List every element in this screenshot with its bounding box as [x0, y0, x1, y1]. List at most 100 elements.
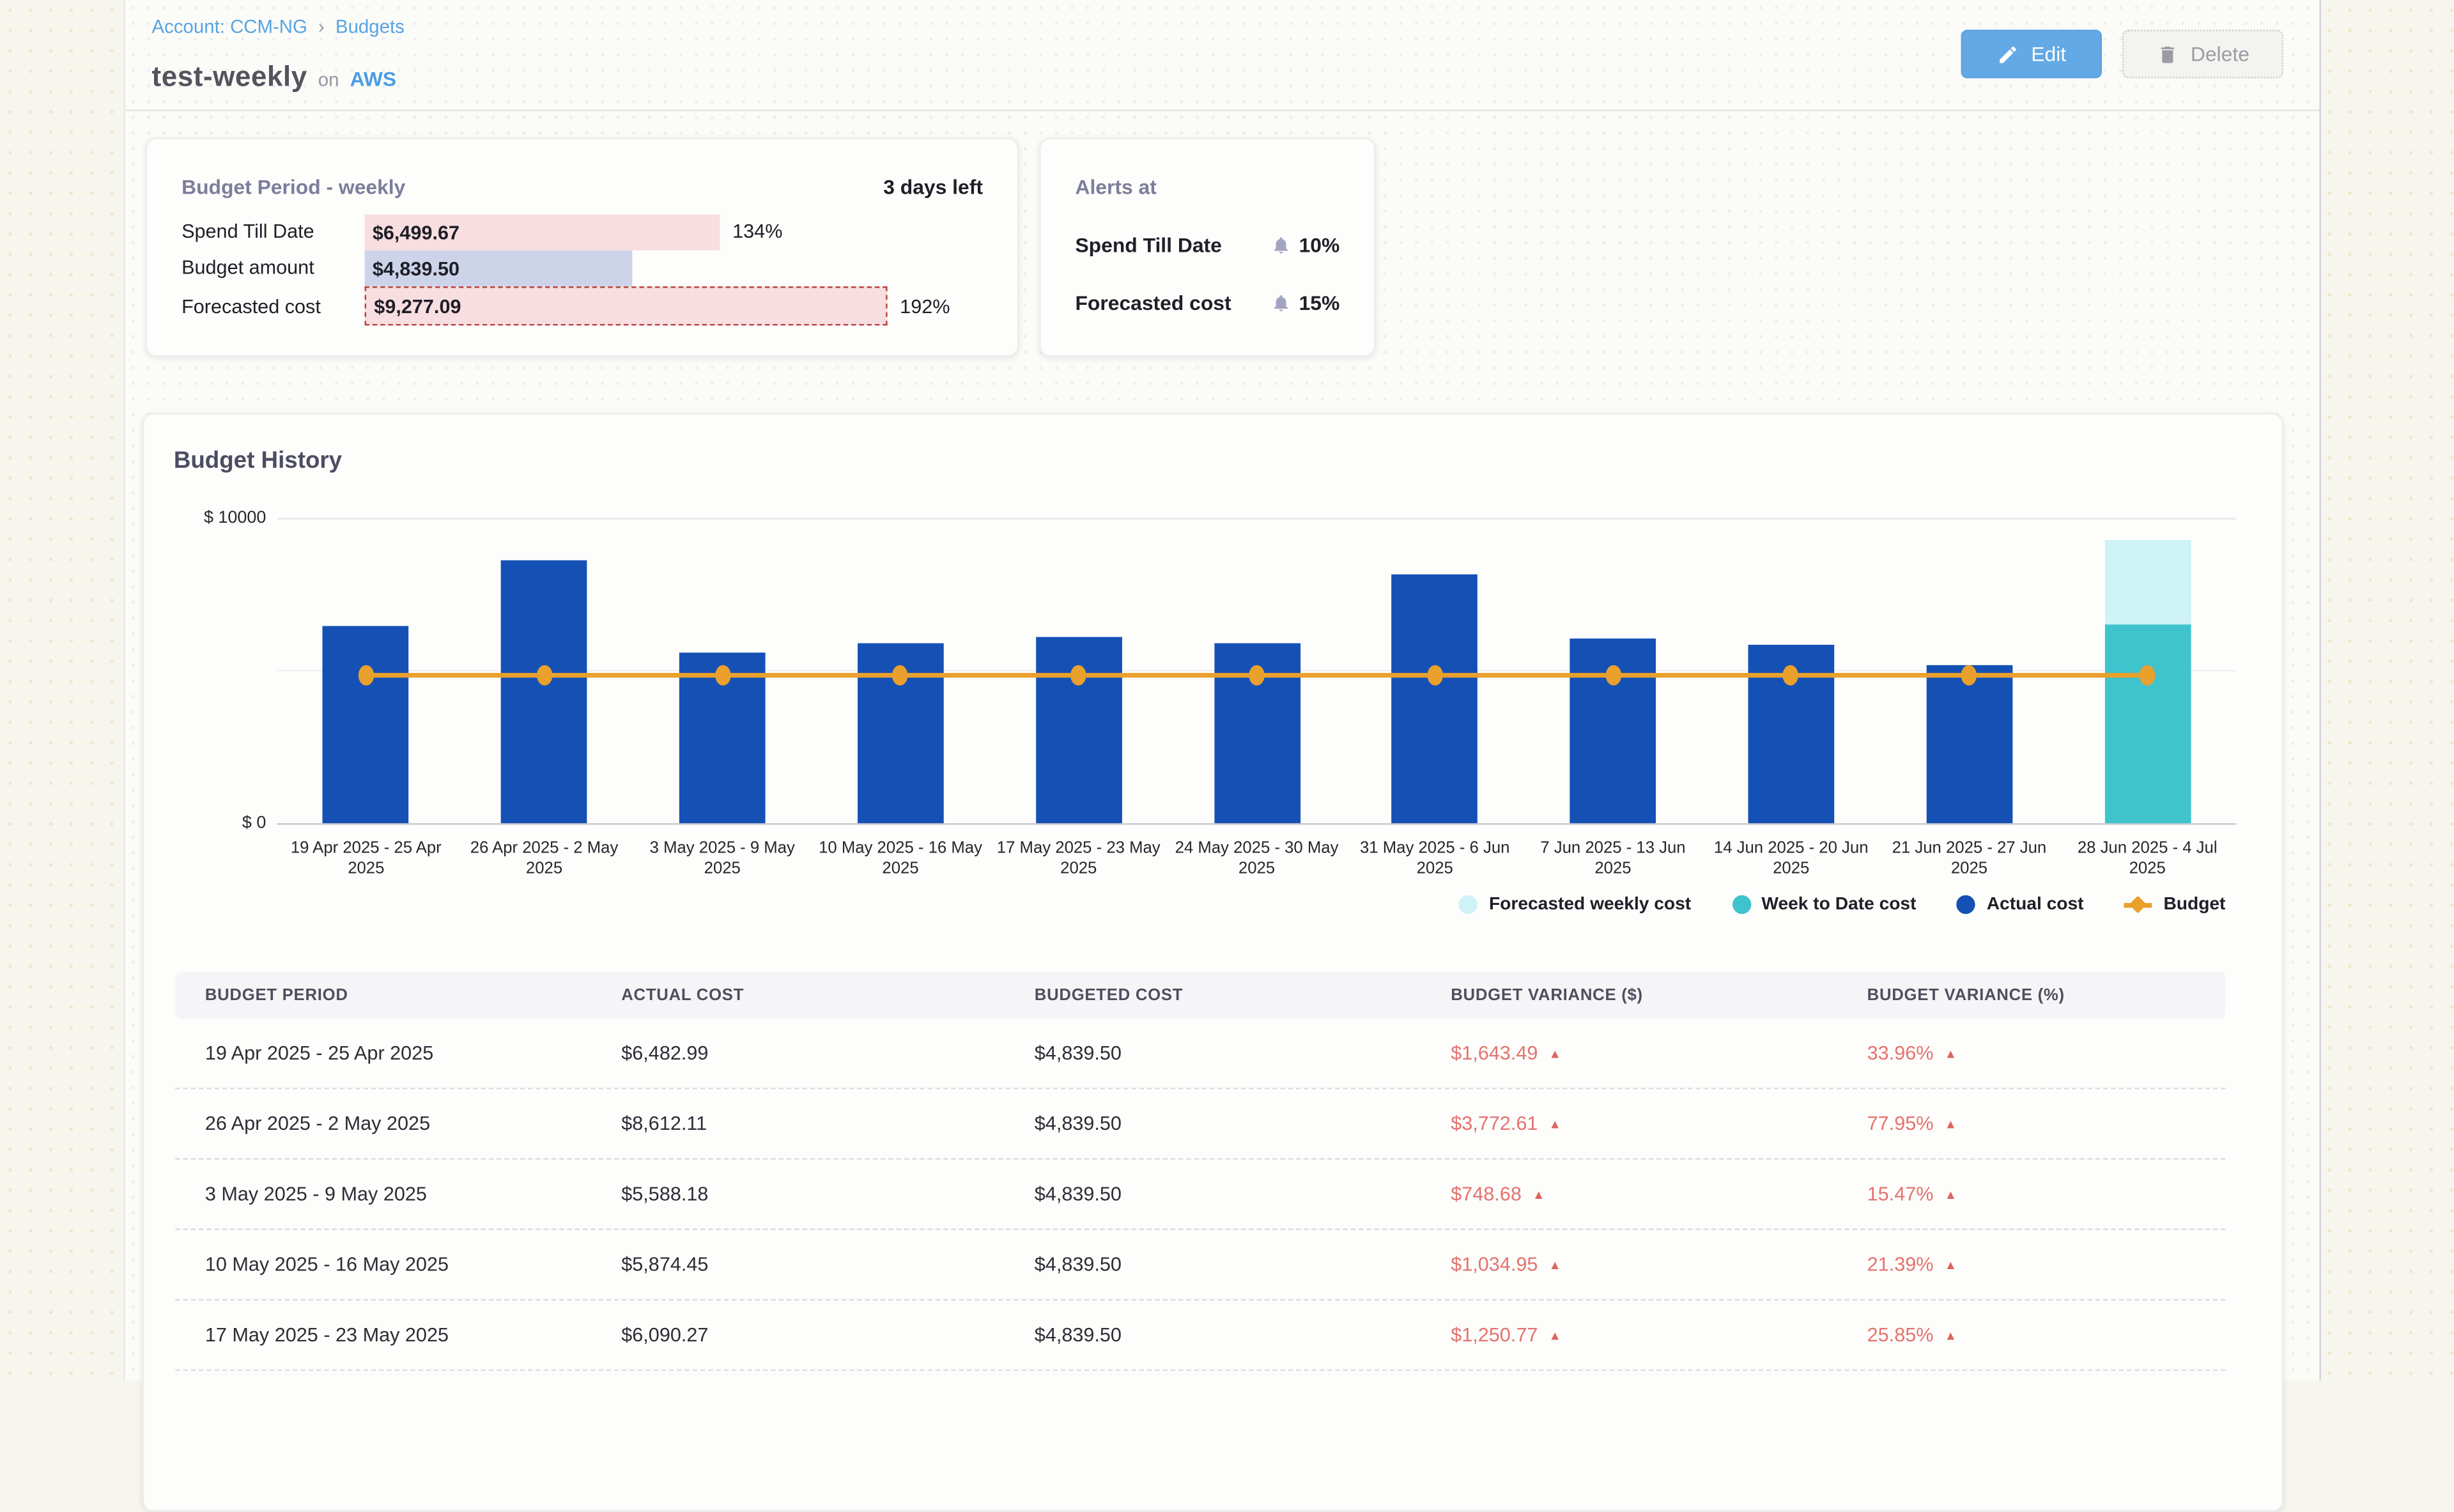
cell-budget-variance-pct: 15.47%▲ — [1867, 1183, 2226, 1205]
cell-budget-variance-usd: $1,643.49▲ — [1451, 1042, 1867, 1064]
table-header-cell: BUDGET VARIANCE ($) — [1451, 986, 1867, 1005]
cell-budgeted-cost: $4,839.50 — [1035, 1113, 1451, 1134]
edit-button[interactable]: Edit — [1961, 30, 2102, 79]
alert-spend-threshold-value: 10% — [1299, 233, 1340, 256]
cell-actual-cost: $5,874.45 — [621, 1254, 1035, 1276]
budget-history-table: BUDGET PERIODACTUAL COSTBUDGETED COSTBUD… — [175, 972, 2225, 1371]
x-axis-label: 28 Jun 2025 - 4 Jul 2025 — [2060, 839, 2235, 880]
legend-swatch-wtd — [1732, 895, 1750, 914]
x-axis-label: 3 May 2025 - 9 May 2025 — [635, 839, 810, 880]
chart-bar-actual-cost[interactable] — [501, 560, 587, 823]
cell-budget-variance-usd: $1,250.77▲ — [1451, 1324, 1867, 1346]
legend-item[interactable]: Actual cost — [1957, 895, 2083, 914]
budget-period-card: Budget Period - weekly 3 days left Spend… — [146, 138, 1019, 357]
cell-budget-period: 19 Apr 2025 - 25 Apr 2025 — [205, 1042, 621, 1064]
cell-budgeted-cost: $4,839.50 — [1035, 1254, 1451, 1276]
chart-budget-point[interactable] — [1427, 665, 1442, 686]
x-axis-label: 14 Jun 2025 - 20 Jun 2025 — [1704, 839, 1879, 880]
cell-budget-variance-usd: $748.68▲ — [1451, 1183, 1867, 1205]
cell-budgeted-cost: $4,839.50 — [1035, 1324, 1451, 1346]
table-row: 26 Apr 2025 - 2 May 2025$8,612.11$4,839.… — [175, 1089, 2225, 1159]
budget-period-title: Budget Period - weekly — [181, 175, 405, 199]
table-row: 10 May 2025 - 16 May 2025$5,874.45$4,839… — [175, 1230, 2225, 1300]
table-header-cell: BUDGETED COST — [1035, 986, 1451, 1005]
cell-budget-variance-pct: 77.95%▲ — [1867, 1113, 2226, 1134]
page-title-row: test-weekly on AWS — [152, 61, 397, 94]
variance-up-icon: ▲ — [1945, 1258, 1957, 1272]
budget-amount-row: Budget amount $4,839.50 — [147, 251, 1017, 286]
forecasted-cost-bar: $9,277.09 — [365, 286, 888, 325]
cell-budget-variance-pct: 25.85%▲ — [1867, 1324, 2226, 1346]
y-axis-tick-min: $ 0 — [172, 814, 266, 832]
chart-budget-point[interactable] — [536, 665, 552, 686]
legend-label: Actual cost — [1987, 895, 2084, 914]
cell-actual-cost: $6,090.27 — [621, 1324, 1035, 1346]
chart-budget-point[interactable] — [1249, 665, 1264, 686]
table-row: 3 May 2025 - 9 May 2025$5,588.18$4,839.5… — [175, 1160, 2225, 1230]
page-title-on: on — [318, 69, 339, 91]
cell-budget-variance-pct: 33.96%▲ — [1867, 1042, 2226, 1064]
chart-bar-actual-cost[interactable] — [1392, 575, 1478, 823]
x-axis-label: 7 Jun 2025 - 13 Jun 2025 — [1525, 839, 1701, 880]
variance-up-icon: ▲ — [1945, 1328, 1957, 1342]
table-header-row: BUDGET PERIODACTUAL COSTBUDGETED COSTBUD… — [175, 972, 2225, 1019]
x-axis-label: 10 May 2025 - 16 May 2025 — [813, 839, 988, 880]
alerts-card: Alerts at Spend Till Date 10% Forecasted… — [1039, 138, 1376, 357]
chart-bar-week-to-date-cost[interactable] — [2104, 625, 2191, 823]
chart-bar-forecasted-weekly-cost[interactable] — [2104, 540, 2191, 625]
cell-budget-period: 3 May 2025 - 9 May 2025 — [205, 1183, 621, 1205]
chart-bar-actual-cost[interactable] — [323, 626, 409, 824]
legend-item[interactable]: Forecasted weekly cost — [1459, 895, 1691, 914]
spend-till-date-value: $6,499.67 — [365, 222, 459, 243]
alert-spend-threshold: 10% — [1270, 233, 1339, 256]
cell-budget-period: 10 May 2025 - 16 May 2025 — [205, 1254, 621, 1276]
legend-item[interactable]: Budget — [2124, 895, 2225, 914]
spend-till-date-label: Spend Till Date — [181, 220, 314, 242]
delete-button[interactable]: Delete — [2122, 30, 2283, 79]
legend-item[interactable]: Week to Date cost — [1732, 895, 1917, 914]
cell-budget-period: 17 May 2025 - 23 May 2025 — [205, 1324, 621, 1346]
x-axis-line — [277, 823, 2236, 824]
variance-up-icon: ▲ — [1549, 1328, 1561, 1342]
alert-row-forecast: Forecasted cost 15% — [1075, 286, 1339, 318]
bell-icon — [1270, 234, 1291, 254]
cell-budget-variance-usd: $3,772.61▲ — [1451, 1113, 1867, 1134]
legend-budget-diamond-icon — [2129, 896, 2147, 914]
variance-up-icon: ▲ — [1549, 1258, 1561, 1272]
forecasted-cost-value: $9,277.09 — [366, 295, 461, 317]
legend-swatch-fcast — [1459, 895, 1478, 914]
gridline-10000 — [277, 518, 2236, 520]
x-axis-label: 24 May 2025 - 30 May 2025 — [1169, 839, 1344, 880]
variance-up-icon: ▲ — [1532, 1187, 1545, 1201]
breadcrumb-account-link[interactable]: Account: CCM-NG — [152, 15, 307, 37]
budget-amount-value: $4,839.50 — [365, 258, 459, 279]
spend-till-date-row: Spend Till Date $6,499.67 134% — [147, 215, 1017, 251]
page: Account: CCM-NG › Budgets test-weekly on… — [0, 0, 2454, 1380]
breadcrumb: Account: CCM-NG › Budgets — [152, 15, 405, 37]
cell-budget-variance-usd: $1,034.95▲ — [1451, 1254, 1867, 1276]
chart-title: Budget History — [174, 447, 342, 474]
cell-actual-cost: $8,612.11 — [621, 1113, 1035, 1134]
content-panel: Account: CCM-NG › Budgets test-weekly on… — [123, 0, 2320, 1380]
x-axis-label: 17 May 2025 - 23 May 2025 — [991, 839, 1166, 880]
alert-spend-label: Spend Till Date — [1075, 233, 1221, 256]
legend-label: Week to Date cost — [1761, 895, 1916, 914]
chart-bar-actual-cost[interactable] — [1926, 665, 2012, 824]
cell-actual-cost: $6,482.99 — [621, 1042, 1035, 1064]
table-header-cell: BUDGET PERIOD — [205, 986, 621, 1005]
chart-budget-point[interactable] — [359, 665, 374, 686]
cell-actual-cost: $5,588.18 — [621, 1183, 1035, 1205]
x-axis-label: 21 Jun 2025 - 27 Jun 2025 — [1881, 839, 2057, 880]
alert-forecast-label: Forecasted cost — [1075, 290, 1231, 314]
spend-till-date-bar: $6,499.67 — [365, 215, 720, 251]
variance-up-icon: ▲ — [1549, 1046, 1561, 1060]
chart-budget-point[interactable] — [1605, 665, 1621, 686]
pencil-icon — [1996, 43, 2018, 65]
edit-button-label: Edit — [2031, 42, 2066, 66]
breadcrumb-budgets-link[interactable]: Budgets — [336, 15, 405, 37]
forecasted-cost-label: Forecasted cost — [181, 296, 321, 318]
forecasted-cost-percent: 192% — [900, 296, 950, 318]
page-title: test-weekly — [152, 61, 307, 94]
budget-history-card: Budget History $ 10000 $ 0 19 Apr 2025 -… — [143, 413, 2283, 1512]
budget-amount-label: Budget amount — [181, 257, 314, 279]
